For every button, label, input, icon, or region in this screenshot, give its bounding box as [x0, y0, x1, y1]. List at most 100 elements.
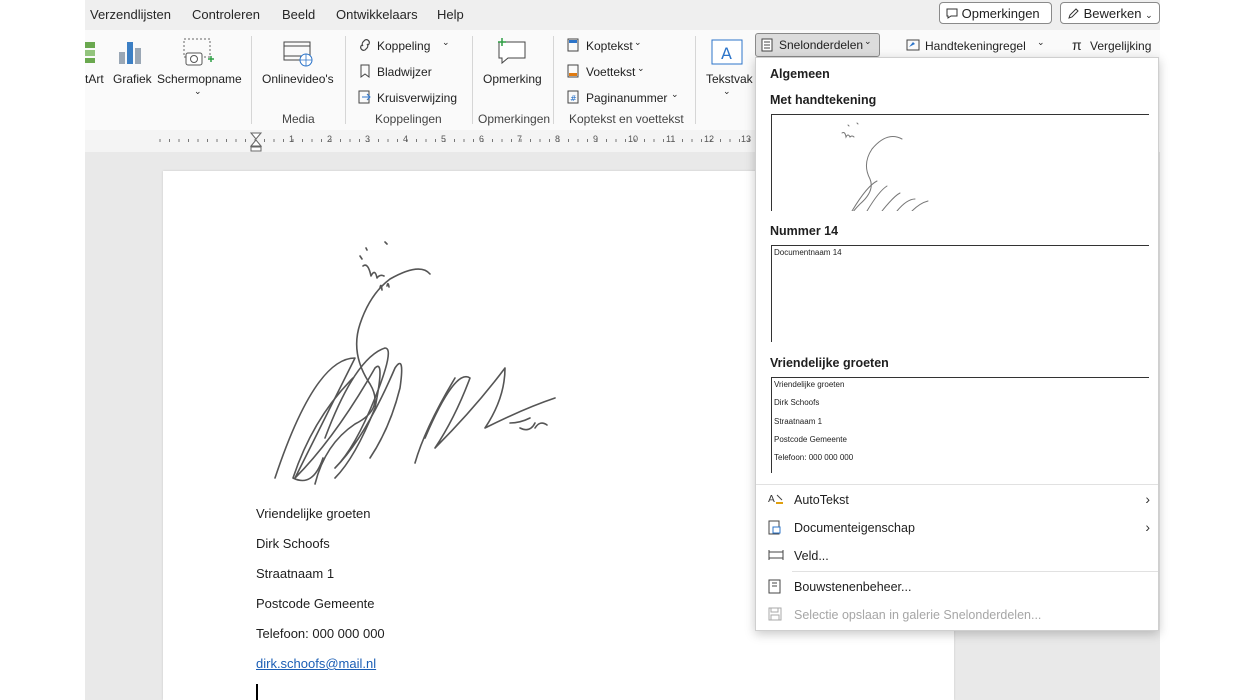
- comments-button[interactable]: Opmerkingen: [939, 2, 1052, 24]
- left-margin-area: [0, 0, 85, 700]
- chevron-down-icon[interactable]: ⌄: [723, 86, 731, 97]
- gallery-entry-preview[interactable]: Vriendelijke groeten Dirk Schoofs Straat…: [771, 377, 1149, 473]
- document-line[interactable]: Straatnaam 1: [256, 566, 334, 581]
- new-comment-icon: [496, 36, 528, 69]
- document-line[interactable]: Dirk Schoofs: [256, 536, 330, 551]
- right-margin-area: [1160, 0, 1244, 700]
- chevron-down-icon[interactable]: ⌄: [634, 37, 642, 48]
- menu-item-label: Documenteigenschap: [794, 521, 915, 535]
- smartart-icon: [85, 40, 97, 67]
- chevron-right-icon: ›: [1145, 491, 1150, 507]
- menu-divider: [792, 571, 1158, 572]
- document-line[interactable]: Postcode Gemeente: [256, 596, 375, 611]
- tab-beeld[interactable]: Beeld: [282, 7, 315, 22]
- screenshot-button[interactable]: Schermopname: [157, 72, 242, 86]
- header-button[interactable]: Koptekst: [586, 39, 633, 53]
- menu-item-label: Selectie opslaan in galerie Snelonderdel…: [794, 608, 1042, 622]
- tab-help[interactable]: Help: [437, 7, 464, 22]
- menu-item-autotext[interactable]: A AutoTekst ›: [756, 487, 1158, 513]
- page-number-button[interactable]: Paginanummer: [586, 91, 667, 105]
- footer-button[interactable]: Voettekst: [586, 65, 635, 79]
- save-icon: [768, 607, 782, 624]
- menu-item-save-selection[interactable]: Selectie opslaan in galerie Snelonderdel…: [756, 602, 1158, 628]
- chevron-down-icon[interactable]: ⌄: [637, 63, 645, 74]
- preview-text: Postcode Gemeente: [774, 435, 847, 444]
- quick-parts-icon: [761, 38, 773, 55]
- quick-parts-dropdown: Algemeen Met handtekening Nummer 14 Docu…: [755, 57, 1159, 631]
- preview-text: Vriendelijke groeten: [774, 380, 845, 389]
- pencil-icon: [1067, 6, 1084, 21]
- menu-item-document-property[interactable]: Documenteigenschap ›: [756, 515, 1158, 541]
- document-line[interactable]: Vriendelijke groeten: [256, 506, 370, 521]
- smartart-label[interactable]: tArt: [85, 72, 104, 86]
- ruler-number: 6: [479, 134, 485, 144]
- building-blocks-icon: [768, 579, 782, 597]
- svg-text:#: #: [570, 94, 577, 103]
- online-video-button[interactable]: Onlinevideo's: [262, 72, 334, 86]
- signature-line-button[interactable]: Handtekeningregel: [925, 39, 1026, 53]
- menu-divider: [756, 484, 1158, 485]
- text-cursor: [256, 684, 258, 700]
- gallery-entry-title: Nummer 14: [770, 224, 839, 238]
- chart-icon: [117, 38, 145, 69]
- ruler-number: 5: [441, 134, 447, 144]
- group-label-header-footer: Koptekst en voettekst: [569, 112, 684, 126]
- group-separator: [345, 36, 346, 124]
- gallery-entry-preview[interactable]: Documentnaam 14: [771, 245, 1149, 342]
- signature-image[interactable]: [255, 238, 575, 497]
- chevron-down-icon[interactable]: ⌄: [194, 86, 202, 97]
- chevron-down-icon[interactable]: ⌄: [1037, 37, 1045, 48]
- ruler-number: 2: [327, 134, 333, 144]
- quick-parts-label: Snelonderdelen: [779, 38, 864, 52]
- link-button[interactable]: Koppeling: [377, 39, 430, 53]
- header-icon: [567, 38, 579, 55]
- menu-item-field[interactable]: Veld...: [756, 543, 1158, 569]
- menu-item-label: Veld...: [794, 549, 829, 563]
- svg-text:A: A: [768, 494, 775, 505]
- ruler-number: 13: [741, 134, 752, 144]
- gallery-entry-preview[interactable]: [771, 114, 1149, 211]
- comments-button-label: Opmerkingen: [961, 6, 1040, 21]
- tab-controleren[interactable]: Controleren: [192, 7, 260, 22]
- bookmark-button[interactable]: Bladwijzer: [377, 65, 432, 79]
- ruler-number: 10: [628, 134, 639, 144]
- group-label-links: Koppelingen: [375, 112, 442, 126]
- quick-parts-button[interactable]: Snelonderdelen ⌄: [755, 33, 880, 57]
- bookmark-icon: [359, 64, 371, 81]
- page-number-icon: #: [567, 90, 579, 107]
- group-separator: [553, 36, 554, 124]
- chevron-down-icon: ⌄: [864, 36, 872, 46]
- gallery-entry-title: Met handtekening: [770, 93, 877, 107]
- chevron-right-icon: ›: [1145, 519, 1150, 535]
- ruler-number: 9: [593, 134, 599, 144]
- comment-icon: [946, 6, 962, 21]
- email-link[interactable]: dirk.schoofs@mail.nl: [256, 656, 376, 671]
- edit-mode-button[interactable]: Bewerken ⌄: [1060, 2, 1160, 24]
- chevron-down-icon[interactable]: ⌄: [442, 37, 450, 48]
- field-icon: [768, 548, 784, 565]
- cross-reference-icon: [358, 90, 372, 107]
- ruler-number: 3: [365, 134, 371, 144]
- gallery-entry-title: Vriendelijke groeten: [770, 356, 889, 370]
- signature-line-icon: [906, 38, 920, 55]
- menu-item-building-blocks-organizer[interactable]: Bouwstenenbeheer...: [756, 574, 1158, 600]
- tab-ontwikkelaars[interactable]: Ontwikkelaars: [336, 7, 418, 22]
- cross-reference-button[interactable]: Kruisverwijzing: [377, 91, 457, 105]
- edit-mode-label: Bewerken: [1083, 6, 1142, 21]
- group-separator: [472, 36, 473, 124]
- chevron-down-icon[interactable]: ⌄: [671, 89, 679, 100]
- equation-button[interactable]: Vergelijking: [1090, 39, 1151, 53]
- document-property-icon: [768, 520, 782, 538]
- preview-text: Dirk Schoofs: [774, 398, 820, 407]
- textbox-button[interactable]: Tekstvak: [706, 72, 753, 86]
- signature-thumbnail: [841, 122, 929, 211]
- new-comment-button[interactable]: Opmerking: [483, 72, 542, 86]
- group-separator: [695, 36, 696, 124]
- ruler-number: 7: [517, 134, 523, 144]
- ruler-number: 1: [289, 134, 295, 144]
- document-line[interactable]: Telefoon: 000 000 000: [256, 626, 385, 641]
- equation-icon: π: [1072, 37, 1082, 53]
- chart-button[interactable]: Grafiek: [113, 72, 152, 86]
- ruler-number: 12: [704, 134, 715, 144]
- tab-verzendlijsten[interactable]: Verzendlijsten: [90, 7, 171, 22]
